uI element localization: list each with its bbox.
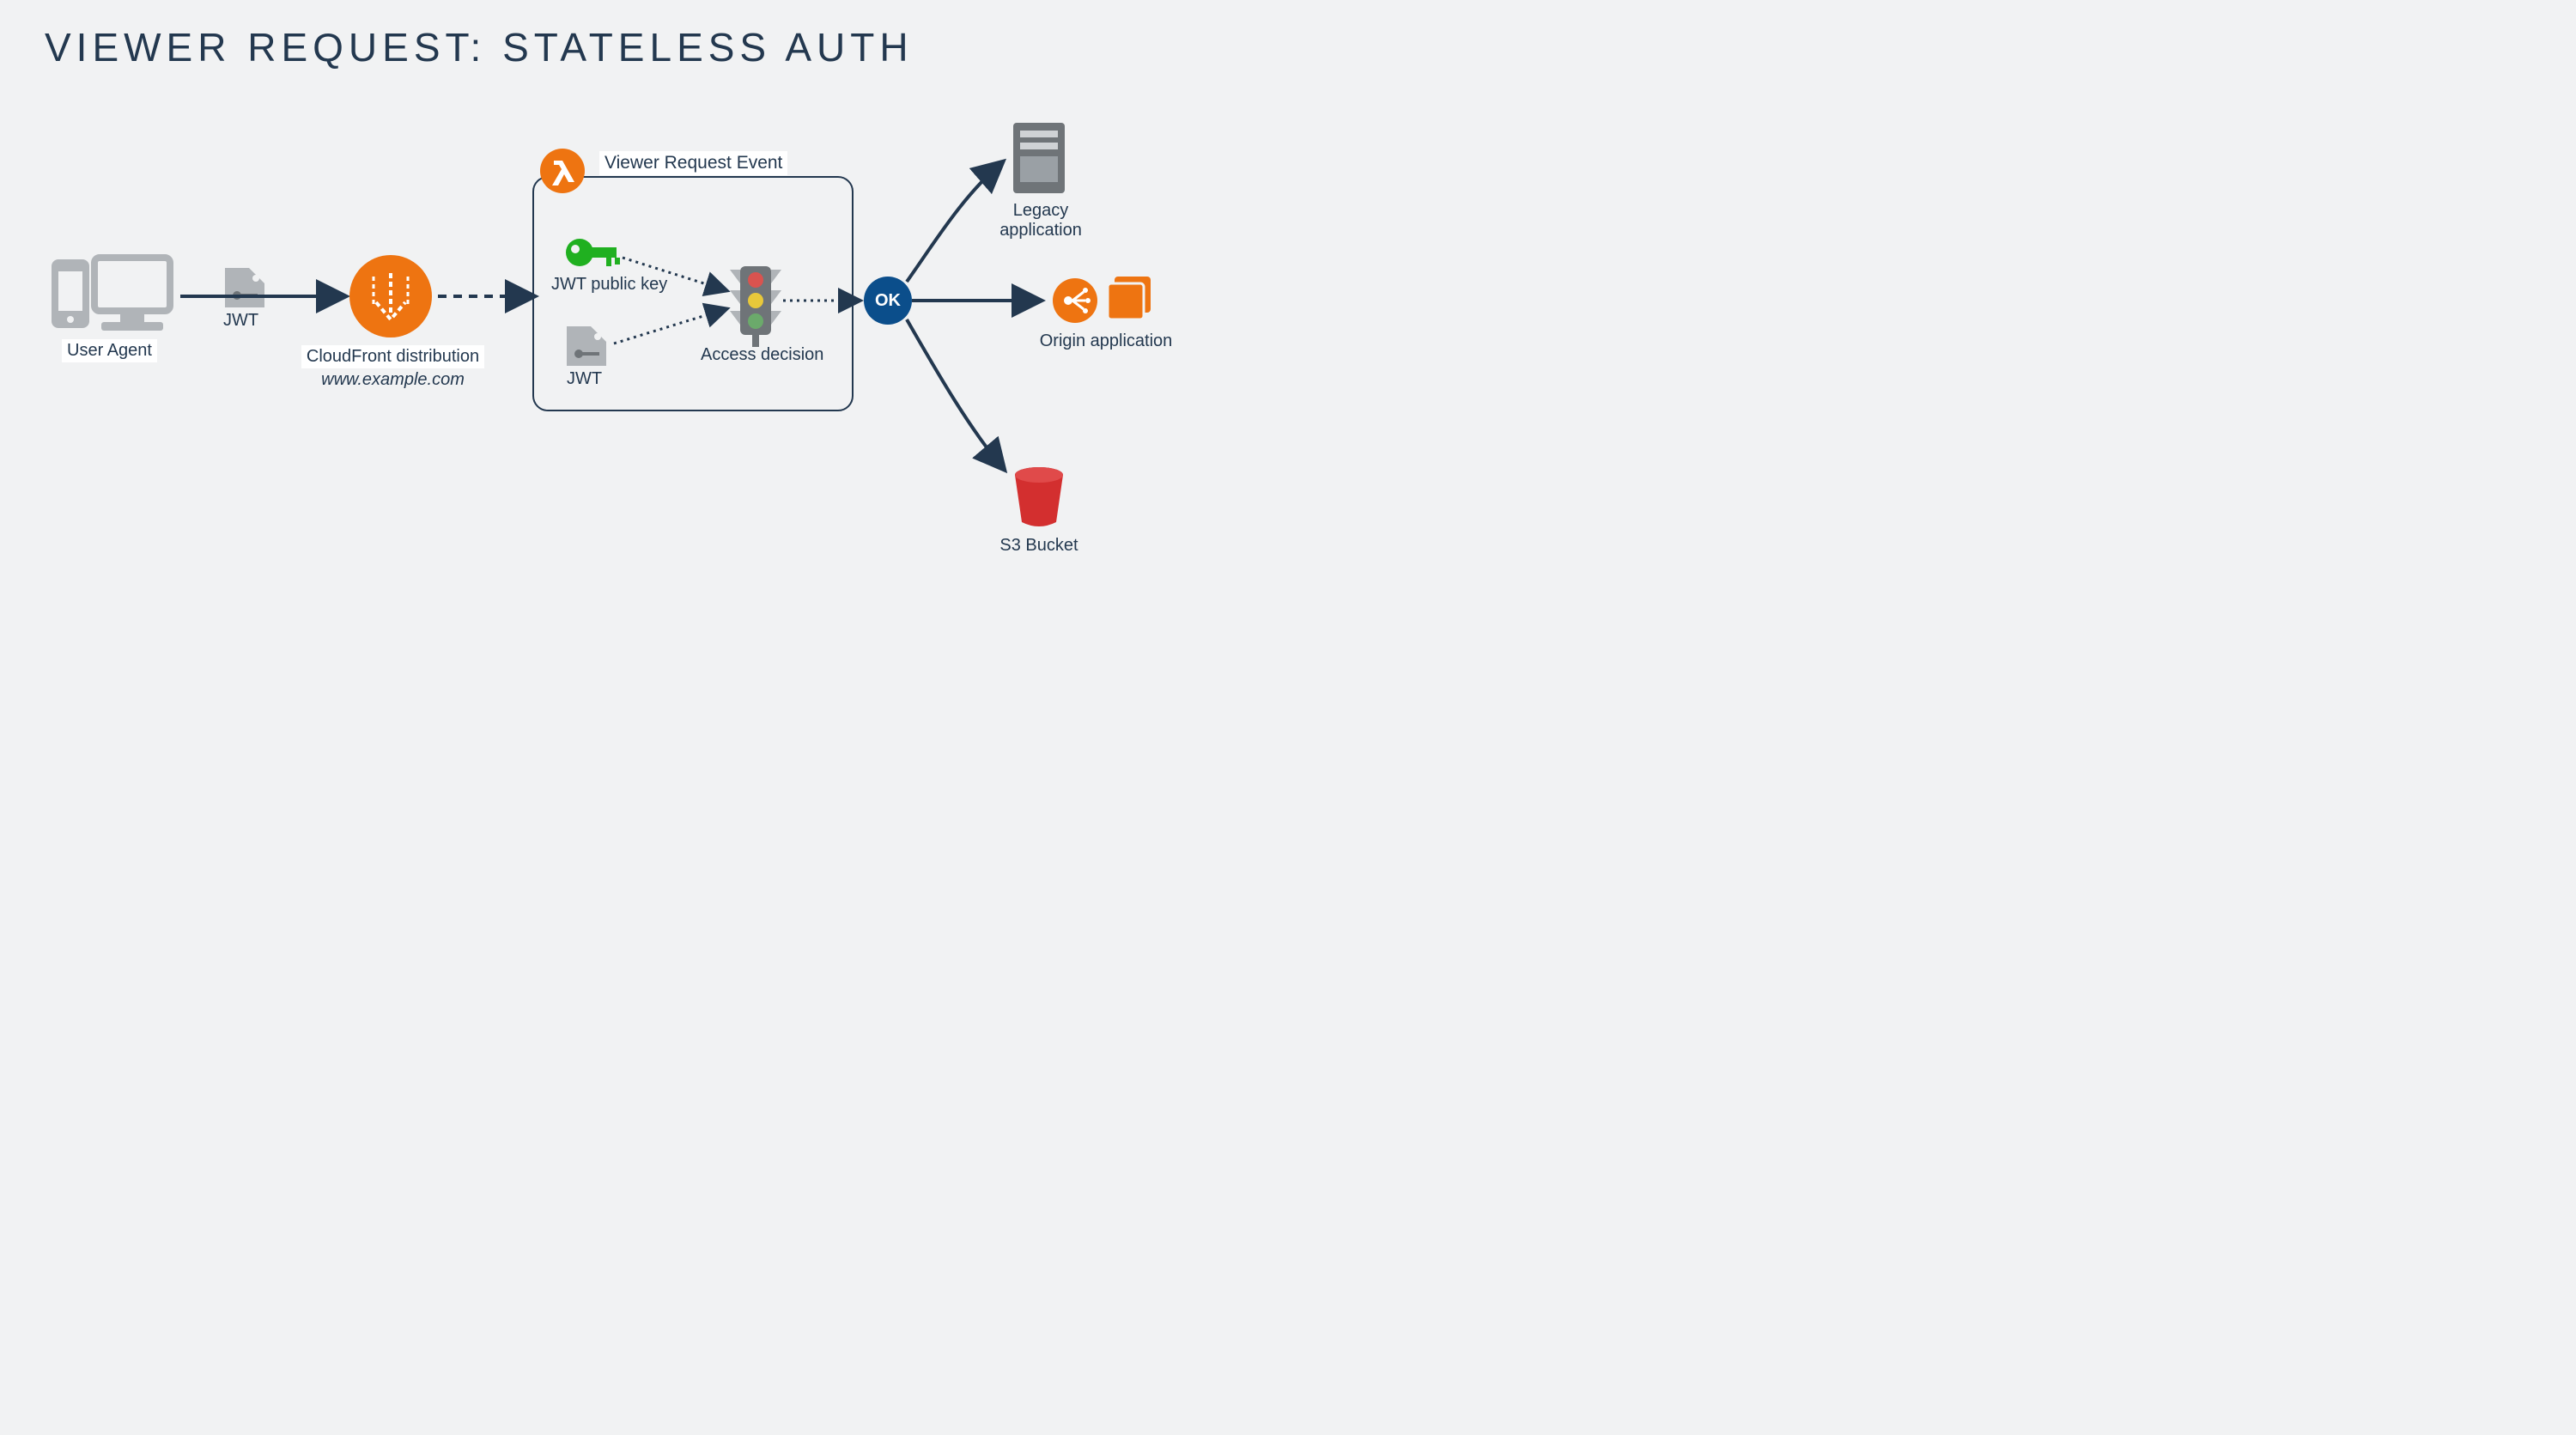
traffic-light-icon (730, 266, 781, 347)
lambda-icon (540, 149, 585, 193)
s3-bucket-label: S3 Bucket (994, 534, 1083, 557)
arrow-jwt-to-traffic (614, 309, 726, 344)
ok-label: OK (875, 291, 901, 311)
jwt-tag-1-label: JWT (218, 309, 264, 332)
cloudfront-label: CloudFront distribution (301, 345, 484, 368)
legacy-app-icon (1013, 123, 1065, 193)
cloudfront-sublabel: www.example.com (316, 368, 470, 392)
user-agent-icon (52, 258, 170, 331)
user-agent-label: User Agent (62, 339, 157, 362)
jwt-tag-2-label: JWT (562, 368, 607, 391)
cloudfront-icon (349, 255, 432, 337)
access-decision-label: Access decision (696, 344, 829, 367)
arrow-ok-s3 (907, 319, 1003, 468)
s3-bucket-icon (1015, 467, 1063, 526)
origin-app-icon (1053, 277, 1151, 323)
viewer-event-label: Viewer Request Event (599, 151, 787, 175)
jwt-public-key-icon (566, 239, 620, 266)
origin-app-label: Origin application (1035, 330, 1178, 353)
jwt-tag-2-icon (567, 326, 606, 366)
jwt-public-key-label: JWT public key (546, 273, 672, 296)
legacy-app-label: Legacy application (965, 199, 1116, 242)
jwt-tag-1-icon (225, 268, 264, 307)
ok-badge: OK (864, 277, 912, 325)
